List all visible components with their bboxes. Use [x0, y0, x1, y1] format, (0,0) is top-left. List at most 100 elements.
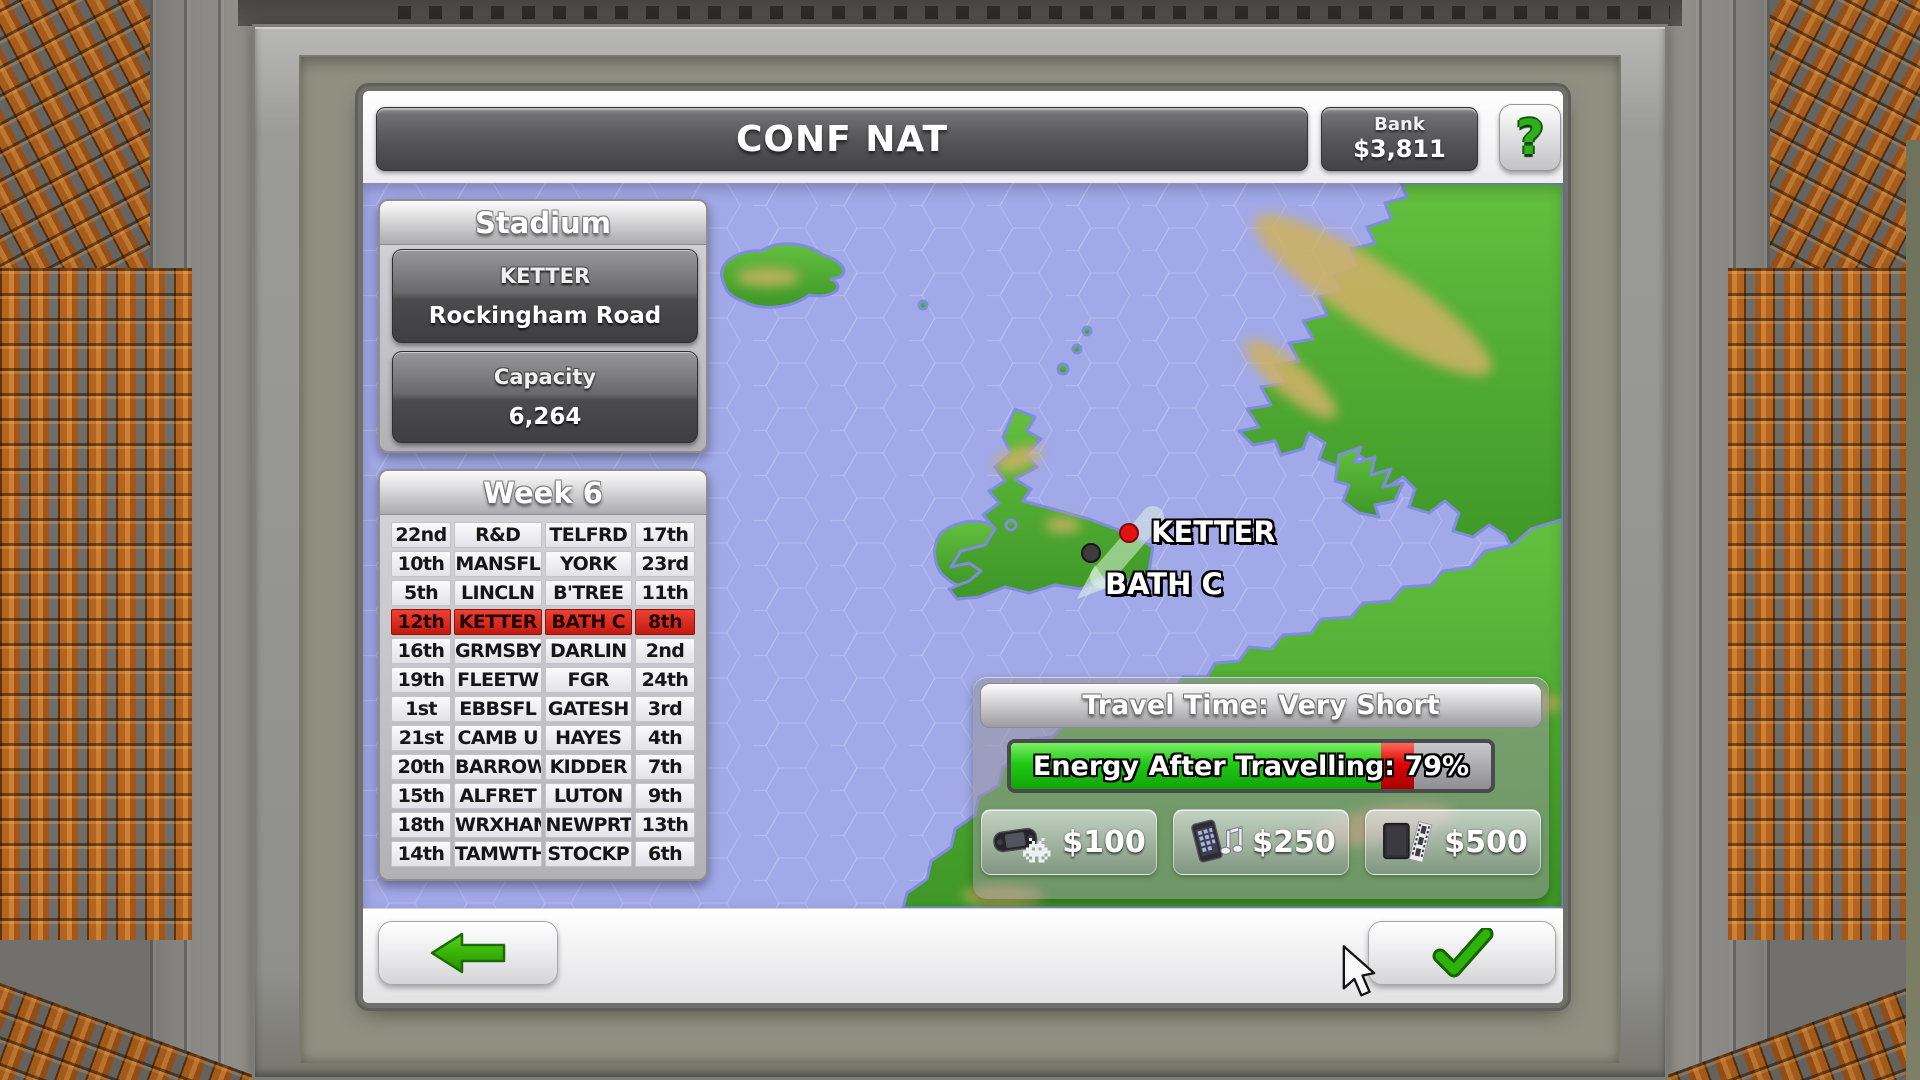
fixture-row: 10th MANSFL YORK 23rd: [391, 551, 695, 577]
home-team-cell: FLEETW: [454, 667, 542, 693]
away-position-cell: 6th: [635, 841, 695, 867]
fixture-row: 22nd R&D TELFRD 17th: [391, 522, 695, 548]
buy-music-phone-button[interactable]: $250: [1173, 809, 1349, 875]
away-position-cell: 3rd: [635, 696, 695, 722]
away-team-cell: B'TREE: [545, 580, 633, 606]
page-title: CONF NAT: [736, 119, 948, 160]
home-position-cell: 20th: [391, 754, 451, 780]
map-isle: [919, 301, 927, 309]
away-team-cell: YORK: [545, 551, 633, 577]
back-button[interactable]: [378, 921, 558, 985]
energy-bar: Energy After Travelling: 79%: [1007, 739, 1495, 793]
game-root: CONF NAT Bank $3,811 ?: [0, 0, 1920, 1080]
back-row-seat-dots: [398, 6, 1670, 19]
bank-balance: Bank $3,811: [1321, 107, 1478, 171]
stadium-stand-left: [0, 0, 252, 1080]
home-town-dot: [1120, 524, 1138, 542]
home-team-cell: EBBSFL: [454, 696, 542, 722]
home-position-cell: 10th: [391, 551, 451, 577]
confirm-button[interactable]: [1368, 921, 1556, 985]
bank-label: Bank: [1374, 115, 1425, 135]
screen-footer: [363, 908, 1563, 1003]
stand-seat-columns: [0, 268, 192, 940]
music-phone-price: $250: [1252, 825, 1336, 860]
stand-back-row: [238, 0, 1682, 26]
screen-frame: CONF NAT Bank $3,811 ?: [252, 24, 1668, 1080]
away-position-cell: 2nd: [635, 638, 695, 664]
buy-game-console-button[interactable]: $100: [981, 809, 1157, 875]
green-left-arrow-icon: [430, 932, 506, 974]
map-isle: [1006, 520, 1016, 530]
travel-items-row: $100: [981, 809, 1541, 875]
away-team-cell: DARLIN: [545, 638, 633, 664]
home-position-cell: 1st: [391, 696, 451, 722]
away-team-cell: KIDDER: [545, 754, 633, 780]
home-position-cell: 19th: [391, 667, 451, 693]
capacity-label: Capacity: [494, 357, 596, 397]
stand-seat-columns: [1728, 268, 1920, 940]
away-position-cell: 24th: [635, 667, 695, 693]
help-button[interactable]: ?: [1499, 104, 1561, 171]
home-position-cell: 16th: [391, 638, 451, 664]
europe-map: KETTER BATH C Stadium KETTER Rockingham …: [363, 183, 1563, 908]
fixtures-panel: Week 6 22nd R&D TELFRD 17th 10th MANSFL …: [378, 469, 708, 881]
fixture-row: 5th LINCLN B'TREE 11th: [391, 580, 695, 606]
capacity-value: 6,264: [509, 397, 582, 437]
handheld-game-console-icon: [992, 818, 1054, 866]
away-team-cell: STOCKP: [545, 841, 633, 867]
home-team-cell: TAMWTH: [454, 841, 542, 867]
energy-bar-text: Energy After Travelling: 79%: [1011, 743, 1491, 789]
away-position-cell: 9th: [635, 783, 695, 809]
fixture-row: 19th FLEETW FGR 24th: [391, 667, 695, 693]
home-team-cell: BARROW: [454, 754, 542, 780]
home-team-cell: ALFRET: [454, 783, 542, 809]
stadium-stand-right: [1668, 0, 1920, 1080]
movie-film-icon: [1378, 818, 1436, 866]
home-team-cell: GRMSBY: [454, 638, 542, 664]
fixture-row: 21st CAMB U HAYES 4th: [391, 725, 695, 751]
away-position-cell: 13th: [635, 812, 695, 838]
away-team-cell: HAYES: [545, 725, 633, 751]
stadium-capacity-box: Capacity 6,264: [392, 351, 698, 443]
home-team-cell: MANSFL: [454, 551, 542, 577]
fixture-row: 18th WRXHAM NEWPRT 13th: [391, 812, 695, 838]
team-name: KETTER: [500, 256, 590, 296]
mountains-iceland: [736, 268, 800, 286]
pitch-edge-sliver: [1906, 140, 1920, 1080]
away-town-label: BATH C: [1105, 567, 1223, 601]
home-position-cell: 14th: [391, 841, 451, 867]
question-mark-icon: ?: [1516, 110, 1544, 166]
fixture-row: 12th KETTER BATH C 8th: [391, 609, 695, 635]
fixture-row: 16th GRMSBY DARLIN 2nd: [391, 638, 695, 664]
home-position-cell: 15th: [391, 783, 451, 809]
stadium-panel-title: Stadium: [475, 206, 611, 240]
fixtures-table: 22nd R&D TELFRD 17th 10th MANSFL YORK 23…: [380, 515, 706, 874]
home-team-cell: LINCLN: [454, 580, 542, 606]
home-town-label: KETTER: [1151, 515, 1276, 549]
away-team-cell: FGR: [545, 667, 633, 693]
green-checkmark-icon: [1430, 928, 1494, 978]
map-isle: [1058, 364, 1068, 374]
fixture-row: 1st EBBSFL GATESH 3rd: [391, 696, 695, 722]
fixtures-panel-header: Week 6: [380, 471, 706, 515]
league-title-bar: CONF NAT: [376, 107, 1308, 171]
buy-movie-button[interactable]: $500: [1365, 809, 1541, 875]
stadium-panel: Stadium KETTER Rockingham Road Capacity …: [378, 199, 708, 453]
map-isle: [1083, 327, 1091, 335]
travel-time-title: Travel Time: Very Short: [1082, 690, 1439, 721]
game-screen: CONF NAT Bank $3,811 ?: [363, 91, 1563, 1003]
away-position-cell: 4th: [635, 725, 695, 751]
home-position-cell: 21st: [391, 725, 451, 751]
home-position-cell: 12th: [391, 609, 451, 635]
fixture-row: 15th ALFRET LUTON 9th: [391, 783, 695, 809]
away-position-cell: 7th: [635, 754, 695, 780]
away-team-cell: GATESH: [545, 696, 633, 722]
home-position-cell: 22nd: [391, 522, 451, 548]
home-position-cell: 5th: [391, 580, 451, 606]
stadium-name: Rockingham Road: [429, 296, 662, 336]
bank-value: $3,811: [1353, 135, 1446, 163]
travel-panel: Travel Time: Very Short Energy After Tra…: [973, 677, 1549, 899]
away-team-cell: TELFRD: [545, 522, 633, 548]
fixture-row: 20th BARROW KIDDER 7th: [391, 754, 695, 780]
map-isle: [1073, 345, 1081, 353]
